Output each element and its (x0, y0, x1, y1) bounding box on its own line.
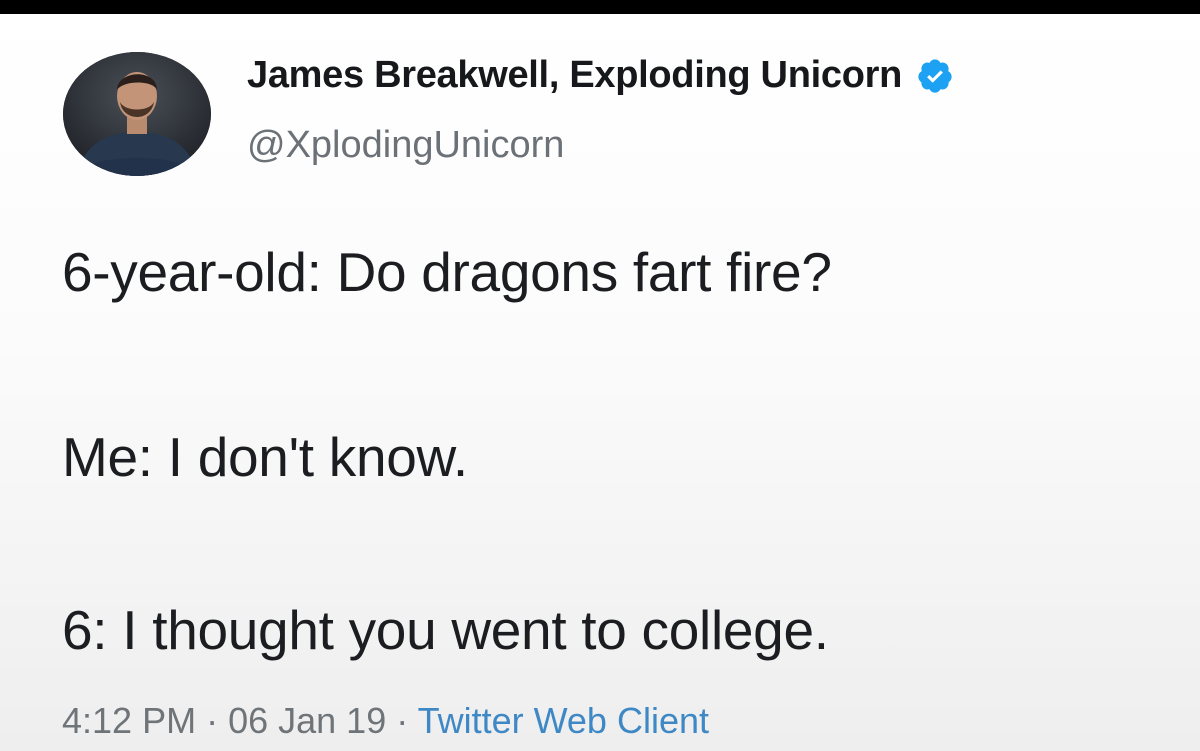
author-display-name[interactable]: James Breakwell, Exploding Unicorn (247, 54, 902, 97)
author-name-line: James Breakwell, Exploding Unicorn (247, 54, 954, 97)
tweet-text-line-1: 6-year-old: Do dragons fart fire? (62, 241, 832, 303)
verified-badge-icon (916, 57, 954, 95)
tweet-date[interactable]: 06 Jan 19 (228, 700, 386, 741)
screenshot-frame: James Breakwell, Exploding Unicorn @Xplo… (0, 0, 1200, 751)
avatar[interactable] (63, 52, 211, 176)
tweet-text-line-2: Me: I don't know. (62, 426, 468, 488)
author-handle[interactable]: @XplodingUnicorn (247, 124, 564, 167)
tweet-text-line-3: 6: I thought you went to college. (62, 599, 829, 661)
tweet-time[interactable]: 4:12 PM (62, 700, 196, 741)
top-black-bar (0, 0, 1200, 14)
meta-separator-1: · (196, 700, 229, 741)
avatar-photo (63, 52, 211, 176)
tweet-meta: 4:12 PM · 06 Jan 19 · Twitter Web Client (62, 700, 709, 742)
tweet-source-link[interactable]: Twitter Web Client (418, 700, 709, 741)
tweet-card: James Breakwell, Exploding Unicorn @Xplo… (0, 14, 1200, 751)
meta-separator-2: · (386, 700, 418, 741)
